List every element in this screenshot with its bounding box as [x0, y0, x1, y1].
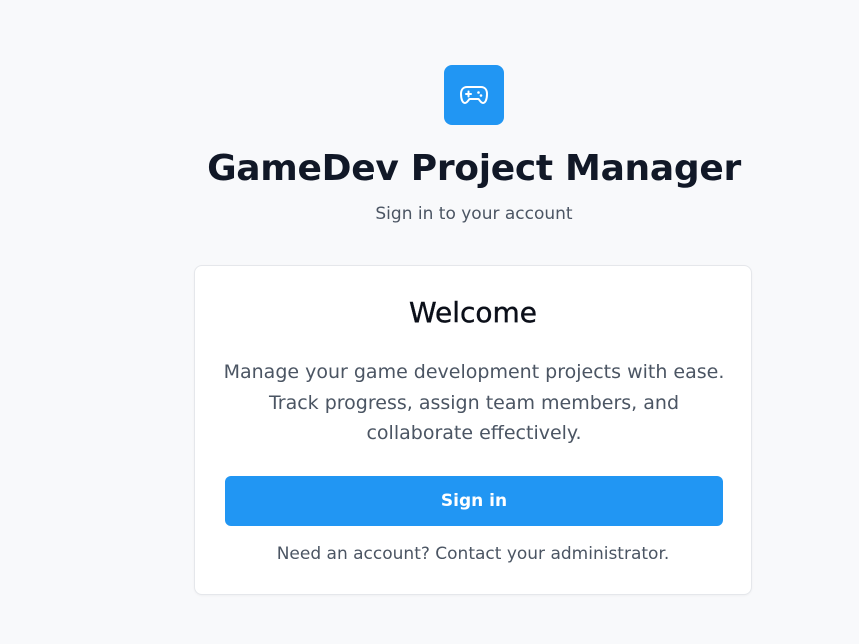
- welcome-description: Manage your game development projects wi…: [223, 361, 725, 444]
- welcome-heading: Welcome: [408, 296, 538, 329]
- account-help-text: Need an account? Contact your administra…: [276, 544, 670, 564]
- sign-in-button[interactable]: Sign in: [225, 476, 723, 526]
- signin-subtitle: Sign in to your account: [375, 204, 573, 224]
- welcome-card: Welcome Manage your game development pro…: [194, 265, 752, 595]
- app-logo: [444, 65, 504, 125]
- login-page: GameDev Project Manager Sign in to your …: [0, 0, 859, 644]
- gamepad-icon: [460, 85, 488, 105]
- app-title: GameDev Project Manager: [207, 148, 741, 189]
